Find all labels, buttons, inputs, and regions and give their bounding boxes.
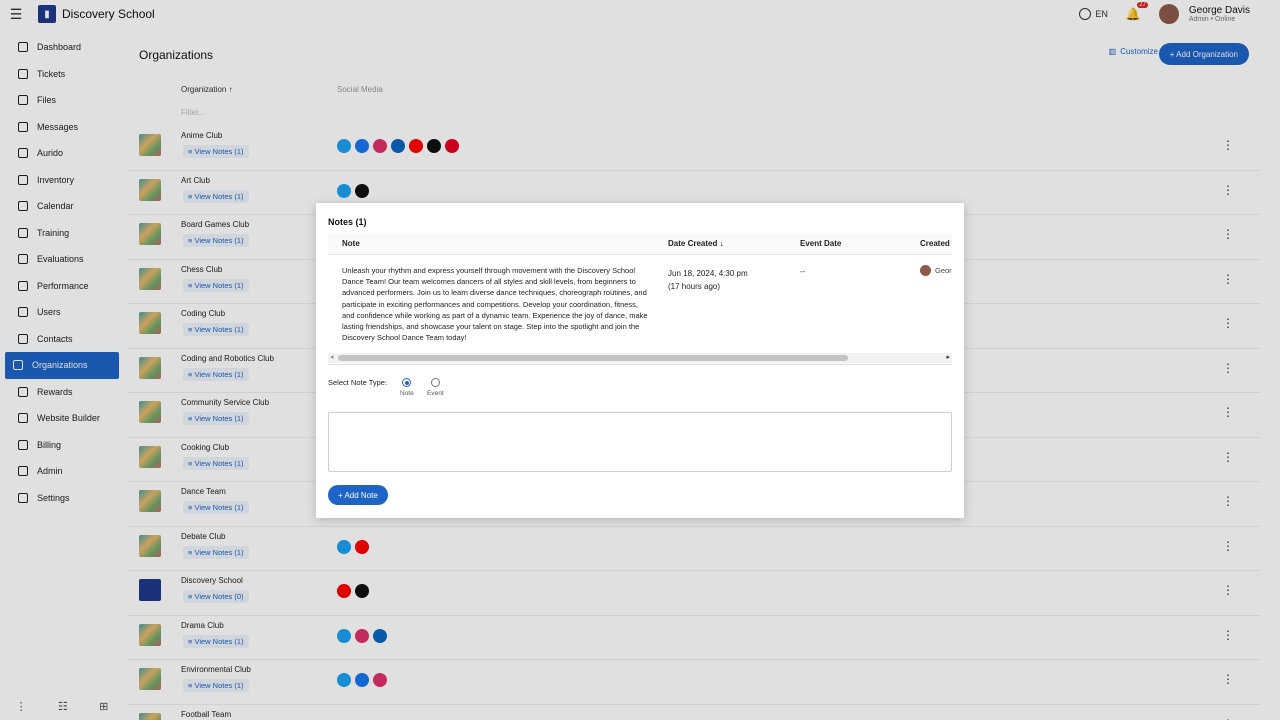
column-header-event-date: Event Date [800, 239, 842, 248]
note-row: Unleash your rhythm and express yourself… [328, 255, 952, 353]
radio-event[interactable] [430, 378, 440, 387]
note-textarea[interactable] [328, 412, 952, 472]
note-date-value: Jun 18, 2024, 4:30 pm [668, 269, 748, 278]
note-text: Unleash your rhythm and express yourself… [342, 266, 648, 343]
note-date: Jun 18, 2024, 4:30 pm (17 hours ago) [668, 267, 748, 293]
note-creator-name: Geor [935, 266, 952, 275]
note-date-relative: (17 hours ago) [668, 282, 721, 291]
scroll-left-icon[interactable]: ◂ [330, 353, 334, 361]
radio-event-label: Event [427, 390, 444, 397]
add-note-button[interactable]: + Add Note [328, 485, 388, 505]
note-creator: Geor [920, 265, 952, 276]
arrow-down-icon: ↓ [719, 239, 724, 248]
note-event-date: -- [800, 267, 806, 276]
notes-table: Note Date Created ↓ Event Date Created U… [328, 233, 952, 365]
radio-note[interactable] [402, 378, 412, 387]
modal-title: Notes (1) [328, 217, 367, 227]
radio-note-label: Note [400, 390, 414, 397]
column-header-created: Created [920, 239, 950, 248]
column-header-date-label: Date Created [668, 239, 718, 248]
horizontal-scrollbar[interactable]: ◂ ▸ [328, 353, 952, 363]
column-header-date-created[interactable]: Date Created ↓ [668, 239, 724, 248]
column-header-note: Note [342, 239, 360, 248]
notes-modal: Notes (1) Note Date Created ↓ Event Date… [316, 203, 964, 518]
notes-table-header: Note Date Created ↓ Event Date Created [328, 233, 952, 255]
radio-event-option[interactable]: Event [427, 378, 444, 397]
select-note-type-label: Select Note Type: [328, 378, 388, 387]
radio-note-option[interactable]: Note [400, 378, 414, 397]
scroll-thumb[interactable] [338, 355, 848, 361]
avatar [920, 265, 931, 276]
scroll-right-icon[interactable]: ▸ [946, 353, 950, 361]
